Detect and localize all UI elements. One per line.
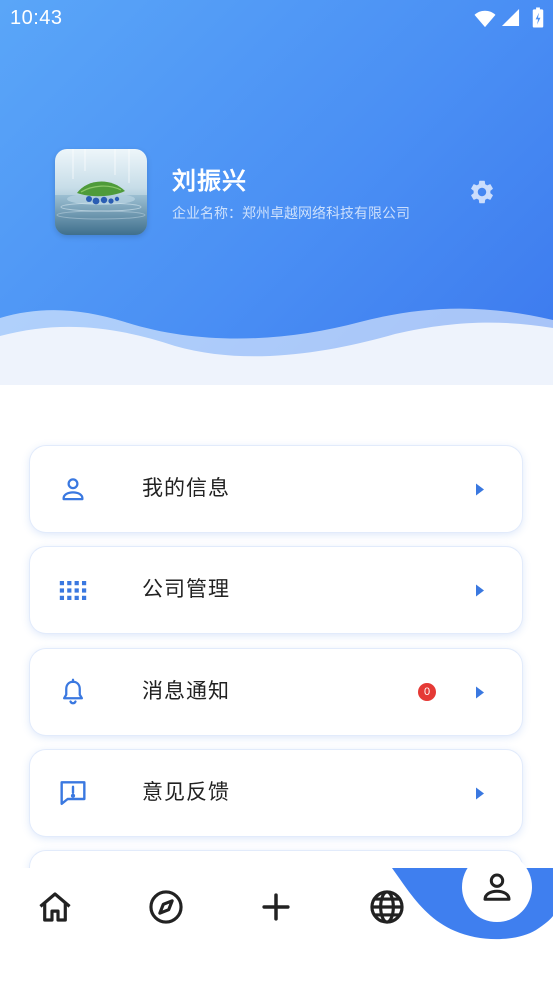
arrow-right-icon bbox=[476, 483, 484, 496]
settings-button[interactable] bbox=[468, 178, 496, 206]
company-name: 企业名称：郑州卓越网络科技有限公司 bbox=[172, 205, 410, 221]
nav-discover[interactable] bbox=[147, 888, 185, 926]
menu-card-notifications[interactable]: 消息通知 0 bbox=[30, 649, 522, 735]
notification-badge: 0 bbox=[418, 683, 436, 701]
feedback-icon bbox=[57, 777, 89, 809]
avatar-image bbox=[55, 149, 147, 235]
person-icon bbox=[57, 473, 89, 505]
status-time: 10:43 bbox=[10, 7, 63, 29]
arrow-right-icon bbox=[476, 686, 484, 699]
globe-icon bbox=[370, 890, 404, 924]
menu-card-my-info[interactable]: 我的信息 bbox=[30, 446, 522, 532]
bell-icon bbox=[57, 676, 89, 708]
arrow-right-icon bbox=[476, 584, 484, 597]
menu-label: 消息通知 bbox=[142, 680, 230, 703]
home-icon bbox=[39, 892, 71, 922]
signal-icon bbox=[501, 8, 520, 27]
menu-label: 意见反馈 bbox=[142, 781, 230, 804]
menu-label: 我的信息 bbox=[142, 477, 230, 500]
profile-name: 刘振兴 bbox=[172, 168, 247, 195]
bottom-navigation bbox=[0, 852, 553, 984]
wifi-icon bbox=[474, 10, 496, 28]
nav-home[interactable] bbox=[36, 888, 74, 926]
plus-icon bbox=[262, 893, 290, 921]
menu-card-company-management[interactable]: 公司管理 bbox=[30, 547, 522, 633]
nav-profile[interactable] bbox=[462, 852, 532, 922]
compass-icon bbox=[149, 890, 183, 924]
battery-icon bbox=[532, 7, 544, 28]
header-wave bbox=[0, 308, 553, 385]
profile-icon bbox=[483, 873, 511, 901]
nav-globe[interactable] bbox=[368, 888, 406, 926]
nav-add[interactable] bbox=[257, 888, 295, 926]
avatar[interactable] bbox=[55, 149, 147, 235]
profile-header: 10:43 刘振兴 企业名称：郑州卓越网络科技有限公司 bbox=[0, 0, 553, 385]
gear-icon bbox=[471, 180, 493, 204]
arrow-right-icon bbox=[476, 787, 484, 800]
menu-label: 公司管理 bbox=[142, 578, 230, 601]
grid-icon bbox=[57, 574, 89, 606]
menu-card-feedback[interactable]: 意见反馈 bbox=[30, 750, 522, 836]
